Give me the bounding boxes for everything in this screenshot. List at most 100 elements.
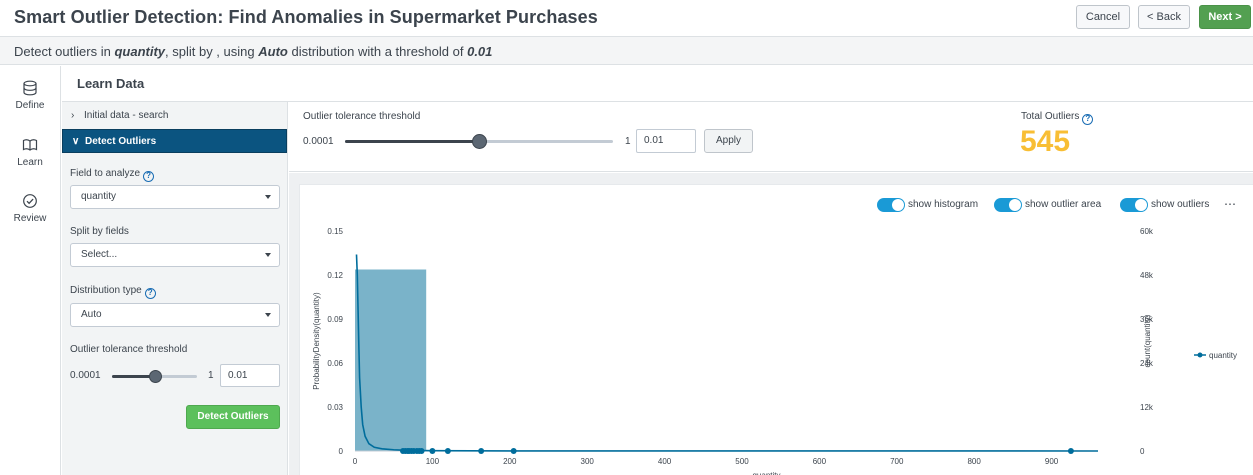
learn-data-title: Learn Data xyxy=(77,76,145,91)
check-circle-icon xyxy=(23,194,37,208)
x-tick-label: 0 xyxy=(353,457,358,466)
y-left-tick-label: 0.12 xyxy=(327,271,343,280)
chevron-right-icon: › xyxy=(71,110,75,121)
legend-marker xyxy=(1197,352,1203,358)
threshold-max: 1 xyxy=(625,136,631,147)
outlier-point xyxy=(510,448,517,454)
summary-bar: Detect outliers in quantity, split by , … xyxy=(0,37,1253,65)
help-icon[interactable]: ? xyxy=(144,288,156,299)
total-outliers-label: Total Outliers? xyxy=(1021,111,1094,125)
next-button[interactable]: Next > xyxy=(1199,5,1251,29)
y-right-tick-label: 48k xyxy=(1140,271,1154,280)
x-axis-label: quantity xyxy=(752,471,780,475)
detect-outliers-button[interactable]: Detect Outliers xyxy=(186,405,280,429)
total-outliers-text: Total Outliers xyxy=(1021,111,1080,122)
tolerance-slider-row: 0.0001 1 0.01 xyxy=(70,364,282,388)
x-tick-label: 500 xyxy=(735,457,749,466)
toggle-switch[interactable] xyxy=(1120,198,1148,212)
summary-text: Detect outliers in quantity, split by , … xyxy=(14,44,492,59)
toggle-knob xyxy=(1009,199,1021,211)
total-outliers-value: 545 xyxy=(1020,125,1071,158)
histogram-bar xyxy=(355,269,427,451)
toggle-label: show histogram xyxy=(908,199,979,210)
threshold-label: Outlier tolerance threshold xyxy=(303,111,421,122)
accordion-initial-data[interactable]: › Initial data - search xyxy=(62,104,287,128)
split-by-select[interactable]: Select... xyxy=(70,243,280,267)
threshold-slider[interactable] xyxy=(345,134,613,149)
x-tick-label: 700 xyxy=(890,457,904,466)
more-options-icon[interactable]: ⋯ xyxy=(1224,197,1237,211)
caret-down-icon xyxy=(265,195,271,199)
x-tick-label: 800 xyxy=(967,457,981,466)
y-left-axis-label: ProbabilityDensity(quantity) xyxy=(312,292,321,390)
toggle-knob xyxy=(1135,199,1147,211)
slider-handle[interactable] xyxy=(471,134,487,149)
tolerance-input[interactable]: 0.01 xyxy=(220,364,280,387)
outlier-point xyxy=(444,448,451,454)
x-tick-label: 200 xyxy=(503,457,517,466)
y-right-tick-label: 0 xyxy=(1140,447,1145,456)
database-icon xyxy=(23,80,37,96)
y-left-tick-label: 0.09 xyxy=(327,315,343,324)
toggle-label: show outlier area xyxy=(1025,199,1102,210)
x-tick-label: 400 xyxy=(658,457,672,466)
caret-down-icon xyxy=(265,313,271,317)
nav-define-label: Define xyxy=(15,100,45,111)
toggle-switch[interactable] xyxy=(994,198,1022,212)
field-to-analyze-text: Field to analyze xyxy=(70,168,141,179)
help-icon[interactable]: ? xyxy=(143,171,155,182)
outlier-point xyxy=(429,448,436,454)
tolerance-label: Outlier tolerance threshold xyxy=(70,344,188,355)
density-chart: 0 100 200 300 400 500 600 700 800 900 0 0.03 0.06 0.0… xyxy=(312,227,1237,475)
summary-mid1: , split by , using xyxy=(165,44,255,59)
outlier-point xyxy=(418,448,425,454)
caret-down-icon xyxy=(265,253,271,257)
outlier-point xyxy=(1067,448,1074,454)
back-button[interactable]: < Back xyxy=(1138,5,1190,29)
apply-button[interactable]: Apply xyxy=(704,129,753,153)
nav-review[interactable]: Review xyxy=(0,193,60,224)
slider-min: 0.0001 xyxy=(70,370,101,381)
y-left-tick-label: 0.15 xyxy=(327,227,343,236)
field-to-analyze-select[interactable]: quantity xyxy=(70,185,280,209)
outlier-point xyxy=(478,448,485,454)
chart-card: show histogram show outlier area show ou… xyxy=(299,184,1253,475)
slider-fill xyxy=(345,140,479,143)
accordion-detect-outliers[interactable]: ∨ Detect Outliers xyxy=(62,129,287,153)
nav-review-label: Review xyxy=(13,213,47,224)
nav-learn[interactable]: Learn xyxy=(0,137,60,168)
distribution-type-value: Auto xyxy=(81,309,102,320)
accordion-initial-data-label: Initial data - search xyxy=(84,110,169,121)
y-right-tick-label: 12k xyxy=(1140,403,1154,412)
chevron-down-icon: ∨ xyxy=(72,136,80,147)
x-tick-label: 900 xyxy=(1045,457,1059,466)
nav-define[interactable]: Define xyxy=(0,80,60,111)
y-right-tick-label: 60k xyxy=(1140,227,1154,236)
help-icon[interactable]: ? xyxy=(1082,114,1094,125)
tolerance-slider[interactable] xyxy=(112,370,197,383)
top-bar: Smart Outlier Detection: Find Anomalies … xyxy=(0,0,1253,37)
x-tick-label: 600 xyxy=(813,457,827,466)
summary-field: quantity xyxy=(114,44,166,59)
summary-mid2: distribution with a threshold of xyxy=(291,44,464,59)
split-by-placeholder: Select... xyxy=(81,249,118,260)
split-by-label: Split by fields xyxy=(70,226,129,237)
slider-handle[interactable] xyxy=(148,370,162,383)
field-to-analyze-label: Field to analyze? xyxy=(70,168,155,182)
cancel-button[interactable]: Cancel xyxy=(1076,5,1130,29)
legend-label: quantity xyxy=(1209,351,1237,360)
y-right-axis-label: count(quantity) xyxy=(1143,314,1152,367)
density-line xyxy=(355,254,1099,452)
distribution-type-select[interactable]: Auto xyxy=(70,303,280,327)
settings-panel: › Initial data - search ∨ Detect Outlier… xyxy=(62,102,288,475)
accordion-detect-outliers-label: Detect Outliers xyxy=(85,136,157,147)
slider-max: 1 xyxy=(208,370,214,381)
toggle-switch[interactable] xyxy=(877,198,905,212)
y-left-tick-label: 0 xyxy=(339,447,344,456)
field-to-analyze-value: quantity xyxy=(81,191,117,202)
summary-prefix: Detect outliers in xyxy=(14,44,111,59)
threshold-min: 0.0001 xyxy=(303,136,334,147)
page-title: Smart Outlier Detection: Find Anomalies … xyxy=(14,7,598,27)
threshold-input[interactable]: 0.01 xyxy=(636,129,696,153)
left-nav: Define Learn Review xyxy=(0,66,61,475)
